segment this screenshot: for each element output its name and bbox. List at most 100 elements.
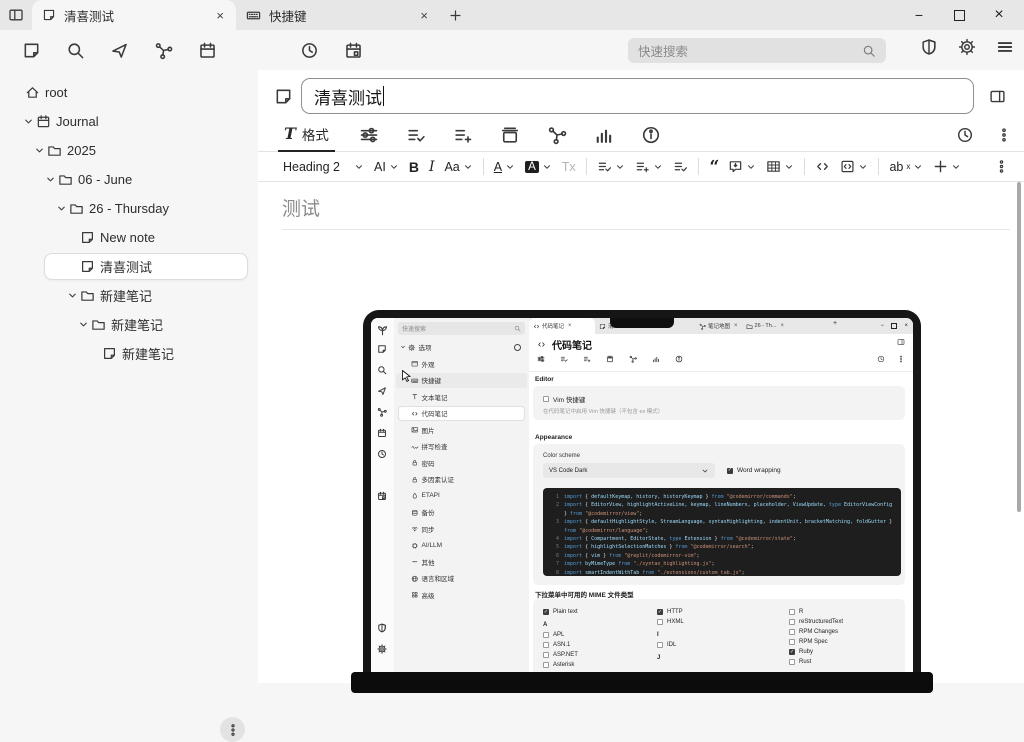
insert-more-button[interactable] <box>928 152 966 181</box>
inline-code-button[interactable] <box>810 152 835 181</box>
quick-search-input[interactable]: 快速搜索 <box>628 38 886 63</box>
mime-checkbox-item: RPM Changes <box>789 627 843 637</box>
embedded-tree-item-label: 高级 <box>422 590 435 600</box>
chevron-down-icon <box>615 162 625 172</box>
code-block-button[interactable] <box>835 152 873 181</box>
close-tab-icon[interactable]: × <box>214 8 226 23</box>
protected-session-icon[interactable] <box>920 38 938 56</box>
chevron-down-icon[interactable] <box>67 290 78 301</box>
tree-item[interactable]: 26 - Thursday <box>0 194 258 223</box>
chevron-down-icon[interactable] <box>23 116 34 127</box>
similar-notes-tab[interactable] <box>594 125 614 145</box>
embedded-tab-label: 26 - Th... <box>755 323 777 329</box>
font-color-button[interactable]: A <box>489 152 520 181</box>
mime-checkbox-item: I <box>657 630 684 640</box>
todo-list-button[interactable] <box>668 152 693 181</box>
note-map-button[interactable] <box>152 39 174 61</box>
settings-gear-icon[interactable] <box>958 38 976 56</box>
tree-item[interactable]: 新建笔记 <box>0 310 258 339</box>
note-icon[interactable] <box>274 87 293 106</box>
tree-item-label: 新建笔记 <box>122 344 174 363</box>
chevron-down-icon[interactable] <box>45 174 56 185</box>
embedded-tree-item-label: 密码 <box>422 458 435 468</box>
close-icon[interactable]: × <box>986 2 1012 28</box>
editor-scrollbar[interactable] <box>1017 182 1021 512</box>
chevron-down-icon[interactable] <box>78 319 89 330</box>
new-note-button[interactable] <box>20 39 42 61</box>
minimize-icon[interactable]: − <box>906 2 932 28</box>
info-tab[interactable] <box>641 125 661 145</box>
maximize-icon[interactable] <box>946 2 972 28</box>
bold-button[interactable]: B <box>404 152 424 181</box>
ribbon-right <box>956 126 1012 144</box>
embedded-tab-bar: 代码笔记 × 清 × 笔记地图 × 26 - Th... × <box>529 318 913 334</box>
note-info-tab[interactable] <box>500 125 520 145</box>
tab-qingxi-ceshi[interactable]: 清喜测试 × <box>32 0 236 30</box>
toggle-right-pane-icon[interactable] <box>980 88 1014 105</box>
chevron-down-icon[interactable] <box>56 203 67 214</box>
tree-actions-button[interactable] <box>220 717 245 742</box>
note-revisions-icon[interactable] <box>956 126 974 144</box>
tree-item[interactable]: New note <box>0 223 258 252</box>
embedded-tree-item-icon <box>408 344 416 352</box>
owned-attributes-tab[interactable] <box>406 125 426 145</box>
chevron-down-icon <box>389 162 399 172</box>
inherited-attributes-tab[interactable] <box>453 125 473 145</box>
tree-item[interactable]: 新建笔记 <box>0 281 258 310</box>
tab-kuaijiejian[interactable]: 快捷键 × <box>236 0 440 30</box>
text-case-button[interactable]: Aa <box>439 152 477 181</box>
calendar-button[interactable] <box>196 39 218 61</box>
superscript-button[interactable]: abx <box>884 152 928 181</box>
toggle-sidebar-icon[interactable] <box>0 0 32 30</box>
recent-changes-button[interactable] <box>298 39 320 61</box>
launcher-icons <box>0 39 364 61</box>
chevron-down-icon[interactable] <box>34 145 45 156</box>
italic-button[interactable]: I <box>424 152 440 181</box>
today-journal-button[interactable] <box>342 39 364 61</box>
block-quote-button[interactable]: „ <box>704 152 724 181</box>
mime-checkbox-item: IDL <box>657 640 684 650</box>
embedded-screenshot-image[interactable]: 快速搜索 选项 外观 快捷键 <box>363 310 921 683</box>
note-title-input[interactable]: 清喜测试 <box>301 78 974 114</box>
search-icon <box>514 325 521 332</box>
embedded-note-title: 代码笔记 <box>537 337 592 352</box>
numbered-list-icon <box>635 159 650 174</box>
tree-item[interactable]: root <box>0 78 258 107</box>
note-editor-content[interactable]: 测试 <box>258 194 1024 230</box>
heading-2-text[interactable]: 测试 <box>282 194 1010 230</box>
embedded-tree-item: 其他 <box>394 554 529 571</box>
plus-icon <box>933 159 948 174</box>
tree-item[interactable]: 清喜测试 <box>0 252 258 281</box>
new-tab-button[interactable] <box>440 0 470 30</box>
mime-checkbox-item: A <box>543 620 578 630</box>
bulleted-list-button[interactable] <box>592 152 630 181</box>
insert-table-button[interactable] <box>761 152 799 181</box>
vim-settings-card: Vim 快捷键 在代码笔记中启用 Vim 快捷键（不包含 ex 模式） <box>533 386 905 420</box>
toolbar-overflow-button[interactable] <box>989 152 1014 181</box>
dots-vertical-icon <box>897 355 905 363</box>
paragraph-style-select[interactable]: Heading 2 <box>278 152 369 181</box>
embedded-tree-item: 语言和区域 <box>394 570 529 587</box>
search-button[interactable] <box>64 39 86 61</box>
note-paths-tab[interactable] <box>547 125 567 145</box>
tree-item[interactable]: 新建笔记 <box>0 339 258 368</box>
close-tab-icon[interactable]: × <box>418 8 430 23</box>
global-menu-icon[interactable] <box>996 38 1014 56</box>
settings-gear-icon <box>377 644 387 654</box>
note-menu-dots-icon[interactable] <box>996 127 1012 143</box>
ai-menu-button[interactable]: AI <box>369 152 404 181</box>
numbered-list-button[interactable] <box>630 152 668 181</box>
tree-item[interactable]: 06 - June <box>0 165 258 194</box>
background-color-button[interactable]: A <box>520 152 557 181</box>
tree-item[interactable]: 2025 <box>0 136 258 165</box>
basic-properties-tab[interactable] <box>359 125 379 145</box>
admonition-button[interactable] <box>723 152 761 181</box>
tree-item[interactable]: Journal <box>0 107 258 136</box>
embedded-tree-item-label: 外观 <box>422 359 435 369</box>
ribbon-tab-format[interactable]: T 格式 <box>278 117 335 152</box>
todo-list-icon <box>673 159 688 174</box>
embedded-tree-item-icon <box>411 426 419 434</box>
remove-format-button[interactable]: Tx <box>557 152 581 181</box>
recent-changes-icon <box>377 449 387 459</box>
jump-to-note-button[interactable] <box>108 39 130 61</box>
